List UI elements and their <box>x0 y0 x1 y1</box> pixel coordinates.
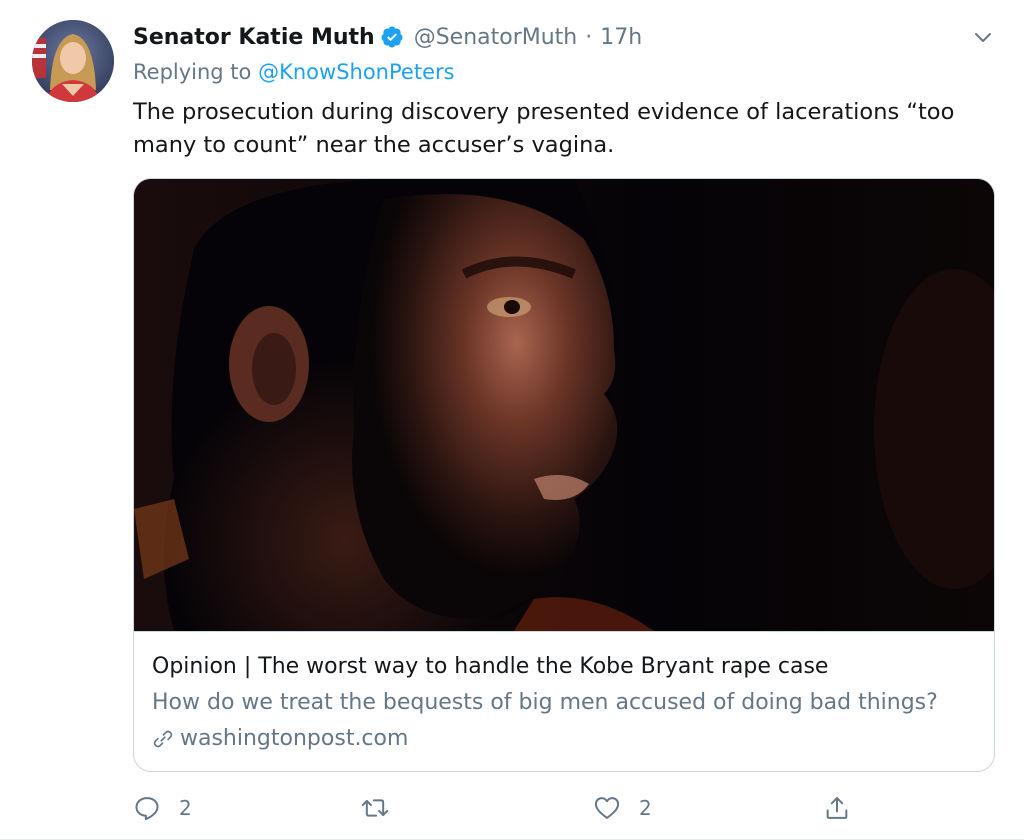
author-handle[interactable]: @SenatorMuth <box>414 25 578 50</box>
retweet-icon <box>361 799 389 817</box>
tweet-timestamp[interactable]: 17h <box>600 25 642 50</box>
link-icon <box>153 730 173 747</box>
retweet-button[interactable] <box>361 790 407 826</box>
replying-to-handle-link[interactable]: @KnowShonPeters <box>258 60 454 84</box>
like-button[interactable]: 2 <box>593 790 652 826</box>
card-domain-text: washingtonpost.com <box>180 726 409 751</box>
verified-badge-icon <box>380 25 404 49</box>
reply-icon <box>135 797 159 821</box>
tweet-header: Senator Katie Muth @SenatorMuth · 17h <box>133 22 642 52</box>
like-count: 2 <box>639 796 652 820</box>
card-body[interactable]: Opinion | The worst way to handle the Ko… <box>134 631 994 771</box>
tweet-text: The prosecution during discovery present… <box>133 99 955 158</box>
card-image[interactable] <box>134 179 994 631</box>
replying-prefix: Replying to <box>133 60 252 84</box>
tweet[interactable]: Senator Katie Muth @SenatorMuth · 17h Re… <box>0 0 1024 840</box>
card-domain: washingtonpost.com <box>152 726 408 751</box>
link-card[interactable]: Opinion | The worst way to handle the Ko… <box>133 178 995 772</box>
replying-to: Replying to @KnowShonPeters <box>133 60 455 84</box>
share-icon <box>826 797 848 819</box>
heart-icon <box>594 797 620 819</box>
chevron-down-icon[interactable] <box>972 26 994 48</box>
reply-button[interactable]: 2 <box>133 790 192 826</box>
avatar[interactable] <box>32 20 114 102</box>
reply-count: 2 <box>179 796 192 820</box>
share-button[interactable] <box>823 790 851 826</box>
tweet-actions: 2 2 <box>133 790 863 826</box>
author-name[interactable]: Senator Katie Muth <box>133 25 375 50</box>
separator-dot: · <box>585 24 593 50</box>
card-title: Opinion | The worst way to handle the Ko… <box>152 654 829 679</box>
card-description: How do we treat the bequests of big men … <box>152 690 938 715</box>
